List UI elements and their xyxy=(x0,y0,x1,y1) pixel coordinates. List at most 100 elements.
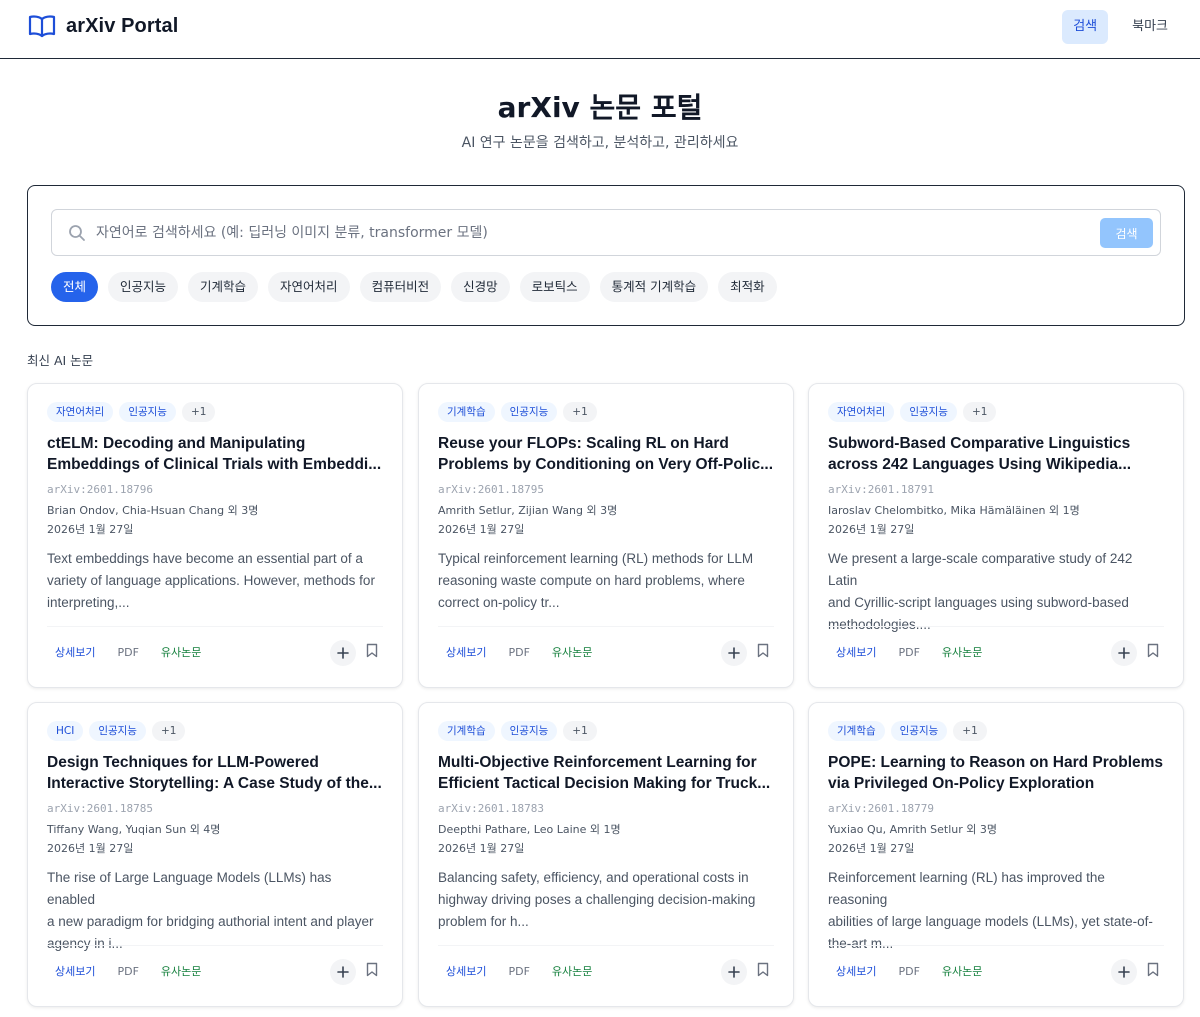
brand-title: arXiv Portal xyxy=(66,14,179,37)
arxiv-id: arXiv:2601.18779 xyxy=(828,802,934,815)
bookmark-icon xyxy=(757,962,769,977)
pdf-button[interactable]: PDF xyxy=(109,642,146,664)
abstract-line: Text embeddings have become an essential… xyxy=(47,551,363,566)
category-tag: 인공지능 xyxy=(500,721,558,741)
pdf-button[interactable]: PDF xyxy=(109,961,146,983)
book-open-icon xyxy=(28,14,56,38)
tag-list: 기계학습 인공지능 +1 xyxy=(828,721,987,741)
paper-title-line: POPE: Learning to Reason on Hard Problem… xyxy=(828,754,1164,771)
plus-icon xyxy=(337,966,349,978)
add-button[interactable] xyxy=(330,640,356,666)
tag-list: 자연어처리 인공지능 +1 xyxy=(47,402,216,422)
category-chip-nlp[interactable]: 자연어처리 xyxy=(268,272,350,302)
search-icon xyxy=(68,224,86,246)
bookmark-button[interactable] xyxy=(365,643,379,661)
add-button[interactable] xyxy=(1111,640,1137,666)
similar-papers-button[interactable]: 유사논문 xyxy=(934,961,990,983)
detail-button[interactable]: 상세보기 xyxy=(828,642,884,664)
abstract-line: interpreting,... xyxy=(47,595,130,610)
paper-date: 2026년 1월 27일 xyxy=(438,523,525,536)
brand[interactable]: arXiv Portal xyxy=(28,14,178,38)
category-tag: HCI xyxy=(47,721,84,741)
abstract-line: methodologies.... xyxy=(828,617,931,632)
abstract-line: Typical reinforcement learning (RL) meth… xyxy=(438,551,754,566)
paper-card: 자연어처리 인공지능 +1 ctELM: Decoding and Manipu… xyxy=(27,383,403,688)
add-button[interactable] xyxy=(721,959,747,985)
bookmark-icon xyxy=(1147,962,1159,977)
detail-button[interactable]: 상세보기 xyxy=(47,642,103,664)
card-divider xyxy=(438,945,774,946)
abstract-line: We present a large-scale comparative stu… xyxy=(828,551,1133,588)
category-chip-optimization[interactable]: 최적화 xyxy=(718,272,777,302)
arxiv-id: arXiv:2601.18791 xyxy=(828,483,934,496)
category-chip-neural-networks[interactable]: 신경망 xyxy=(451,272,510,302)
tag-list: 기계학습 인공지능 +1 xyxy=(438,402,597,422)
paper-abstract: The rise of Large Language Models (LLMs)… xyxy=(47,867,383,955)
paper-title[interactable]: Subword-Based Comparative Linguistics ac… xyxy=(828,433,1164,475)
card-divider xyxy=(438,626,774,627)
category-chip-all[interactable]: 전체 xyxy=(51,272,99,302)
pdf-button[interactable]: PDF xyxy=(890,642,927,664)
plus-icon xyxy=(728,966,740,978)
similar-papers-button[interactable]: 유사논문 xyxy=(153,642,209,664)
paper-title[interactable]: Reuse your FLOPs: Scaling RL on Hard Pro… xyxy=(438,433,774,475)
category-chip-computer-vision[interactable]: 컴퓨터비전 xyxy=(359,272,442,302)
paper-title[interactable]: Multi-Objective Reinforcement Learning f… xyxy=(438,752,774,794)
detail-button[interactable]: 상세보기 xyxy=(828,961,884,983)
arxiv-id: arXiv:2601.18785 xyxy=(47,802,153,815)
more-tags-badge: +1 xyxy=(181,402,216,422)
pdf-button[interactable]: PDF xyxy=(500,642,537,664)
category-filter: 전체 인공지능 기계학습 자연어처리 컴퓨터비전 신경망 로보틱스 통계적 기계… xyxy=(51,272,777,302)
add-button[interactable] xyxy=(721,640,747,666)
paper-title-line: via Privileged On-Policy Exploration xyxy=(828,775,1095,792)
detail-button[interactable]: 상세보기 xyxy=(438,642,494,664)
paper-title[interactable]: ctELM: Decoding and Manipulating Embeddi… xyxy=(47,433,383,475)
category-chip-robotics[interactable]: 로보틱스 xyxy=(519,272,590,302)
paper-date: 2026년 1월 27일 xyxy=(828,842,915,855)
pdf-button[interactable]: PDF xyxy=(500,961,537,983)
paper-card: HCI 인공지능 +1 Design Techniques for LLM-Po… xyxy=(27,702,403,1007)
bookmark-button[interactable] xyxy=(1146,643,1160,661)
category-tag: 기계학습 xyxy=(438,402,495,422)
nav-search-button[interactable]: 검색 xyxy=(1062,10,1109,44)
similar-papers-button[interactable]: 유사논문 xyxy=(544,642,600,664)
category-chip-stat-ml[interactable]: 통계적 기계학습 xyxy=(599,272,709,302)
bookmark-button[interactable] xyxy=(756,962,770,980)
nav-bookmarks-button[interactable]: 북마크 xyxy=(1116,10,1184,44)
search-field: 검색 xyxy=(51,209,1161,256)
search-button[interactable]: 검색 xyxy=(1100,218,1153,248)
bookmark-button[interactable] xyxy=(1146,962,1160,980)
abstract-line: and Cyrillic-script languages using subw… xyxy=(828,595,1129,610)
card-divider xyxy=(47,945,383,946)
add-button[interactable] xyxy=(330,959,356,985)
abstract-line: Reinforcement learning (RL) has improved… xyxy=(828,870,1105,907)
arxiv-id: arXiv:2601.18783 xyxy=(438,802,544,815)
category-chip-ai[interactable]: 인공지능 xyxy=(108,272,179,302)
paper-title-line: Interactive Storytelling: A Case Study o… xyxy=(47,775,382,792)
paper-title-line: ctELM: Decoding and Manipulating xyxy=(47,435,306,452)
paper-title-line: Multi-Objective Reinforcement Learning f… xyxy=(438,754,757,771)
paper-authors: Iaroslav Chelombitko, Mika Hämäläinen 외 … xyxy=(828,504,1080,517)
paper-abstract: Reinforcement learning (RL) has improved… xyxy=(828,867,1164,955)
similar-papers-button[interactable]: 유사논문 xyxy=(934,642,990,664)
category-chip-machine-learning[interactable]: 기계학습 xyxy=(188,272,259,302)
detail-button[interactable]: 상세보기 xyxy=(438,961,494,983)
similar-papers-button[interactable]: 유사논문 xyxy=(544,961,600,983)
search-input[interactable] xyxy=(96,210,1086,255)
abstract-line: a new paradigm for bridging authorial in… xyxy=(47,914,374,929)
category-tag: 인공지능 xyxy=(89,721,146,741)
paper-abstract: Text embeddings have become an essential… xyxy=(47,548,383,614)
add-button[interactable] xyxy=(1111,959,1137,985)
pdf-button[interactable]: PDF xyxy=(890,961,927,983)
paper-abstract: Balancing safety, efficiency, and operat… xyxy=(438,867,774,933)
detail-button[interactable]: 상세보기 xyxy=(47,961,103,983)
bookmark-button[interactable] xyxy=(365,962,379,980)
bookmark-button[interactable] xyxy=(756,643,770,661)
category-tag: 인공지능 xyxy=(900,402,957,422)
paper-title[interactable]: Design Techniques for LLM-Powered Intera… xyxy=(47,752,383,794)
arxiv-id: arXiv:2601.18796 xyxy=(47,483,153,496)
section-label: 최신 AI 논문 xyxy=(27,353,94,368)
plus-icon xyxy=(1118,966,1130,978)
similar-papers-button[interactable]: 유사논문 xyxy=(153,961,209,983)
paper-title[interactable]: POPE: Learning to Reason on Hard Problem… xyxy=(828,752,1164,794)
